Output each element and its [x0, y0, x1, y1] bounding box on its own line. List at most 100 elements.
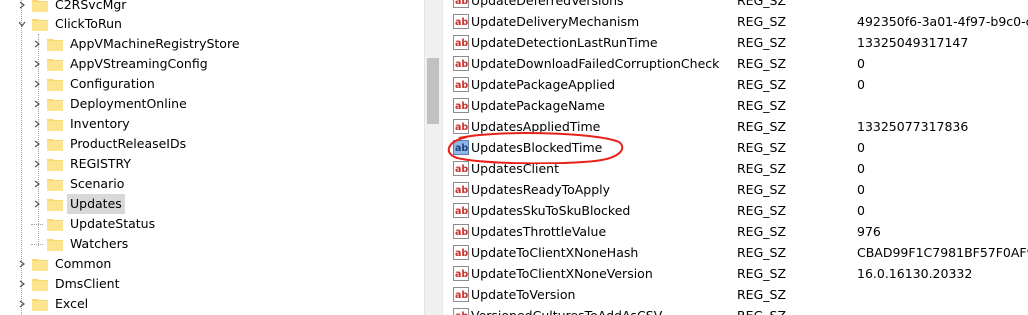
- tree-item-label: Scenario: [70, 176, 125, 191]
- value-row[interactable]: ab UpdateDeliveryMechanism REG_SZ 492350…: [446, 11, 1028, 32]
- value-row[interactable]: ab UpdatesReadyToApply REG_SZ 0: [446, 179, 1028, 200]
- svg-text:ab: ab: [455, 80, 468, 91]
- value-name: UpdateDownloadFailedCorruptionCheck: [471, 56, 720, 71]
- tree-item-label: DeploymentOnline: [70, 96, 187, 111]
- folder-icon: [47, 137, 63, 151]
- tree-item-dmsclient[interactable]: DmsClient: [16, 274, 123, 294]
- registry-editor-window: C2RSvcMgr ClickToRun AppVMachineRegistry…: [0, 0, 1028, 315]
- tree-item-updates[interactable]: Updates: [31, 194, 125, 214]
- chevron-right-icon[interactable]: [31, 74, 43, 94]
- chevron-right-icon[interactable]: [31, 34, 43, 54]
- value-row[interactable]: ab UpdateToClientXNoneVersion REG_SZ 16.…: [446, 263, 1028, 284]
- value-row[interactable]: ab UpdatesThrottleValue REG_SZ 976: [446, 221, 1028, 242]
- tree-item-productreleaseids[interactable]: ProductReleaseIDs: [31, 134, 189, 154]
- tree-item-deploymentonline[interactable]: DeploymentOnline: [31, 94, 190, 114]
- chevron-right-icon[interactable]: [31, 154, 43, 174]
- tree-item-excel[interactable]: Excel: [16, 294, 91, 314]
- chevron-right-icon[interactable]: [31, 114, 43, 134]
- tree-item-updatestatus[interactable]: UpdateStatus: [31, 214, 158, 234]
- value-type: REG_SZ: [737, 35, 787, 50]
- value-name: UpdatesAppliedTime: [471, 119, 601, 134]
- value-row-updatesblockedtime[interactable]: ab UpdatesBlockedTime REG_SZ 0: [446, 137, 1028, 158]
- folder-icon: [32, 297, 48, 311]
- value-name: UpdateToClientXNoneHash: [471, 245, 639, 260]
- folder-icon: [32, 257, 48, 271]
- value-row[interactable]: ab UpdatesAppliedTime REG_SZ 13325077317…: [446, 116, 1028, 137]
- chevron-right-icon[interactable]: [31, 54, 43, 74]
- tree-item-label: Common: [55, 256, 112, 271]
- tree-item-label: Watchers: [70, 236, 129, 251]
- chevron-right-icon[interactable]: [31, 94, 43, 114]
- tree-item-common[interactable]: Common: [16, 254, 114, 274]
- value-row[interactable]: ab UpdateDeferredVersions REG_SZ: [446, 0, 1028, 11]
- value-name: UpdatesReadyToApply: [471, 182, 611, 197]
- string-value-icon: ab: [453, 308, 469, 315]
- tree-item-clicktorun[interactable]: ClickToRun: [16, 14, 125, 34]
- value-row[interactable]: ab VersionedCulturesToAddAsCSV REG_SZ: [446, 305, 1028, 315]
- tree-item-appvmachineregistrystore[interactable]: AppVMachineRegistryStore: [31, 34, 243, 54]
- tree-item-label: Excel: [55, 296, 89, 311]
- value-name: UpdateToVersion: [471, 287, 576, 302]
- chevron-right-icon[interactable]: [16, 274, 28, 294]
- folder-icon: [32, 0, 48, 12]
- value-data: 0: [857, 56, 865, 71]
- svg-text:ab: ab: [455, 185, 468, 196]
- tree-item-appvstreamingconfig[interactable]: AppVStreamingConfig: [31, 54, 211, 74]
- value-row[interactable]: ab UpdateDetectionLastRunTime REG_SZ 133…: [446, 32, 1028, 53]
- tree-scrollbar[interactable]: [424, 0, 442, 315]
- folder-icon: [47, 237, 63, 251]
- scrollbar-thumb[interactable]: [427, 58, 439, 124]
- chevron-right-icon[interactable]: [31, 174, 43, 194]
- value-name: VersionedCulturesToAddAsCSV: [471, 305, 662, 315]
- tree-item-c2rsvcmgr[interactable]: C2RSvcMgr: [16, 0, 129, 15]
- tree-item-label: C2RSvcMgr: [55, 0, 127, 12]
- folder-icon: [47, 117, 63, 131]
- tree-item-scenario[interactable]: Scenario: [31, 174, 127, 194]
- chevron-right-icon[interactable]: [16, 294, 28, 314]
- tree-item-label: ProductReleaseIDs: [70, 136, 187, 151]
- chevron-right-icon[interactable]: [16, 254, 28, 274]
- value-data: 0: [857, 161, 865, 176]
- value-type: REG_SZ: [737, 305, 786, 315]
- string-value-icon: ab: [453, 35, 469, 50]
- chevron-down-icon[interactable]: [16, 14, 28, 34]
- value-type: REG_SZ: [737, 140, 787, 155]
- value-row[interactable]: ab UpdatePackageName REG_SZ: [446, 95, 1028, 116]
- tree-item-registry[interactable]: REGISTRY: [31, 154, 134, 174]
- tree-item-label: Updates: [67, 194, 125, 214]
- tree-connector: [31, 223, 43, 225]
- registry-values-list: ab UpdateDeferredVersions REG_SZ ab Upda…: [446, 0, 1028, 315]
- svg-text:ab: ab: [455, 269, 468, 280]
- chevron-right-icon[interactable]: [31, 194, 43, 214]
- value-type: REG_SZ: [737, 245, 787, 260]
- value-data: 16.0.16130.20332: [857, 266, 973, 281]
- value-type: REG_SZ: [737, 161, 787, 176]
- value-data: 0: [857, 140, 865, 155]
- value-row[interactable]: ab UpdatesSkuToSkuBlocked REG_SZ 0: [446, 200, 1028, 221]
- value-type: REG_SZ: [737, 224, 787, 239]
- string-value-icon: ab: [453, 140, 469, 155]
- value-row[interactable]: ab UpdateToVersion REG_SZ: [446, 284, 1028, 305]
- string-value-icon: ab: [453, 182, 469, 197]
- value-data: CBAD99F1C7981BF57F0AF910: [857, 245, 1028, 260]
- string-value-icon: ab: [453, 266, 469, 281]
- svg-text:ab: ab: [455, 38, 468, 49]
- svg-text:ab: ab: [455, 122, 468, 133]
- tree-item-watchers[interactable]: Watchers: [31, 234, 131, 254]
- folder-icon: [47, 77, 63, 91]
- folder-icon: [47, 217, 63, 231]
- value-type: REG_SZ: [737, 77, 787, 92]
- string-value-icon: ab: [453, 0, 469, 8]
- tree-item-configuration[interactable]: Configuration: [31, 74, 158, 94]
- folder-icon: [47, 37, 63, 51]
- string-value-icon: ab: [453, 98, 469, 113]
- chevron-right-icon[interactable]: [16, 0, 28, 15]
- chevron-right-icon[interactable]: [31, 134, 43, 154]
- value-row[interactable]: ab UpdateToClientXNoneHash REG_SZ CBAD99…: [446, 242, 1028, 263]
- value-row[interactable]: ab UpdateDownloadFailedCorruptionCheck R…: [446, 53, 1028, 74]
- value-type: REG_SZ: [737, 266, 787, 281]
- tree-item-label: Inventory: [70, 116, 130, 131]
- value-row[interactable]: ab UpdatesClient REG_SZ 0: [446, 158, 1028, 179]
- value-row[interactable]: ab UpdatePackageApplied REG_SZ 0: [446, 74, 1028, 95]
- tree-item-inventory[interactable]: Inventory: [31, 114, 133, 134]
